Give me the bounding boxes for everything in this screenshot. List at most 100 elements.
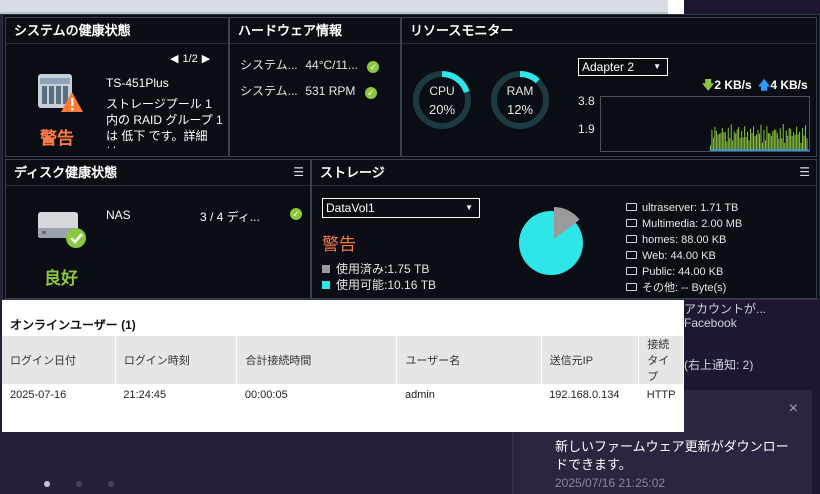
download-bar — [739, 138, 741, 151]
download-bar — [712, 137, 714, 151]
download-bar — [724, 132, 726, 151]
download-bar — [723, 132, 725, 151]
disk-count: 3 / 4 ディ... — [200, 210, 260, 224]
download-bar — [778, 138, 780, 151]
panel-title: ハードウェア情報 — [230, 18, 400, 44]
ram-label: RAM — [506, 84, 534, 98]
free-label: 使用可能:10.16 TB — [336, 278, 437, 292]
panel-title: システムの健康状態 — [6, 18, 228, 44]
axis-tick-high: 3.8 — [578, 94, 595, 108]
folder-label: ultraserver: 1.71 TB — [642, 202, 739, 214]
download-bar — [767, 133, 769, 151]
download-bar — [797, 134, 799, 151]
download-bar — [721, 127, 723, 151]
download-bar — [715, 130, 717, 151]
download-bar — [742, 137, 744, 151]
system-health-panel: システムの健康状態 ◀ 1/2 ▶ 警告 TS-451Plus ストレージプール 1… — [5, 17, 229, 157]
download-bar — [760, 124, 762, 151]
table-cell: HTTP — [646, 389, 676, 401]
download-bar — [793, 132, 795, 151]
download-bar — [758, 133, 760, 151]
download-bar — [802, 128, 804, 151]
table-header-row: ログイン日付 ログイン時刻 合計接続時間 ユーザー名 送信元IP 接続タイプ — [2, 336, 684, 384]
column-header[interactable]: 接続タイプ — [638, 336, 684, 384]
health-status: 警告 — [40, 129, 74, 148]
panel-title: ディスク健康状態 — [6, 160, 310, 186]
notification-line: Facebook — [684, 316, 737, 330]
ram-gauge — [491, 71, 549, 129]
download-bar — [799, 131, 801, 151]
cpu-value: 20% — [428, 102, 456, 117]
adapter-select[interactable]: Adapter 2 ▼ — [578, 58, 668, 76]
column-header[interactable]: ログイン時刻 — [115, 336, 238, 384]
download-bar — [751, 133, 753, 151]
download-bar — [772, 131, 774, 151]
folder-icon — [626, 219, 637, 227]
download-bar — [757, 130, 759, 151]
table-cell: 2025-07-16 — [10, 389, 67, 401]
device-name: TS-451Plus — [106, 76, 169, 90]
hardware-value: 44°C/11... — [305, 58, 358, 72]
users-title: オンラインユーザー (1) — [10, 318, 136, 332]
column-header[interactable]: ユーザー名 — [396, 336, 542, 384]
download-bar — [747, 131, 749, 151]
free-swatch — [322, 281, 330, 289]
page-dots — [44, 476, 140, 490]
page-dot[interactable] — [44, 481, 50, 487]
download-bar — [805, 125, 807, 151]
table-cell: admin — [404, 389, 435, 401]
download-bar — [736, 129, 738, 151]
column-header[interactable]: 合計接続時間 — [236, 336, 398, 384]
folder-item: その他: -- Byte(s) — [626, 280, 742, 296]
folder-item: Web: 44.00 KB — [626, 248, 742, 264]
hardware-row: システム... 44°C/11... ✓ — [240, 56, 380, 73]
background-notifications: アカウントが... Facebook (右上通知: 2) — [684, 300, 820, 390]
table-row[interactable]: 2025-07-16 21:24:45 00:00:05 admin 192.1… — [2, 384, 684, 406]
online-users-panel: オンラインユーザー (1) ログイン日付 ログイン時刻 合計接続時間 ユーザー名… — [2, 300, 684, 432]
download-bar — [776, 133, 778, 151]
download-bar — [741, 131, 743, 151]
folder-item: ultraserver: 1.71 TB — [626, 200, 742, 216]
panel-title: ストレージ — [312, 160, 816, 186]
disk-health-panel: ディスク健康状態 ☰ 良好 NAS 3 / 4 ディ... ✓ — [5, 159, 311, 299]
list-menu-icon[interactable]: ☰ — [799, 165, 810, 179]
notification-line: アカウントが... — [684, 302, 767, 316]
legend-used: 使用済み:1.75 TB — [322, 260, 429, 277]
page-dot[interactable] — [108, 481, 114, 487]
column-header[interactable]: ログイン日付 — [2, 336, 116, 384]
pager: ◀ 1/2 ▶ — [168, 52, 212, 65]
folder-list: ultraserver: 1.71 TB Multimedia: 2.00 MB… — [626, 200, 742, 296]
download-bar — [717, 134, 719, 151]
download-bar — [730, 124, 732, 151]
next-page-icon[interactable]: ▶ — [202, 53, 210, 65]
download-bar — [718, 133, 720, 151]
dashboard: システムの健康状態 ◀ 1/2 ▶ 警告 TS-451Plus ストレージプール 1… — [2, 14, 820, 300]
hardware-label: システム... — [240, 58, 298, 72]
hardware-panel: ハードウェア情報 システム... 44°C/11... ✓ システム... 53… — [229, 17, 401, 157]
column-header[interactable]: 送信元IP — [541, 336, 640, 384]
download-bar — [788, 128, 790, 151]
list-menu-icon[interactable]: ☰ — [293, 165, 304, 179]
download-bar — [754, 136, 756, 151]
panel-title: リソースモニター — [402, 18, 816, 44]
notification-line: (右上通知: 2) — [684, 358, 754, 372]
download-bar — [769, 133, 771, 151]
prev-page-icon[interactable]: ◀ — [170, 53, 178, 65]
toast-time: 2025/07/16 21:25:02 — [555, 476, 666, 490]
check-icon: ✓ — [367, 61, 380, 73]
download-bar — [796, 126, 798, 151]
toast-message: 新しいファームウェア更新がダウンロードできます。 — [555, 439, 789, 472]
page-dot[interactable] — [76, 481, 82, 487]
download-bar — [787, 135, 789, 151]
close-icon[interactable]: × — [789, 400, 798, 418]
hardware-value: 531 RPM — [305, 84, 356, 98]
used-swatch — [322, 265, 330, 273]
download-bar — [763, 129, 765, 151]
folder-icon — [626, 203, 637, 211]
storage-panel: ストレージ ☰ DataVol1 ▼ 警告 使用済み:1.75 TB 使用可能:… — [311, 159, 817, 299]
volume-select[interactable]: DataVol1 ▼ — [322, 198, 480, 218]
download-bar — [791, 136, 793, 151]
folder-icon — [626, 283, 637, 291]
used-label: 使用済み:1.75 TB — [336, 262, 430, 276]
disk-status: 良好 — [44, 269, 78, 288]
